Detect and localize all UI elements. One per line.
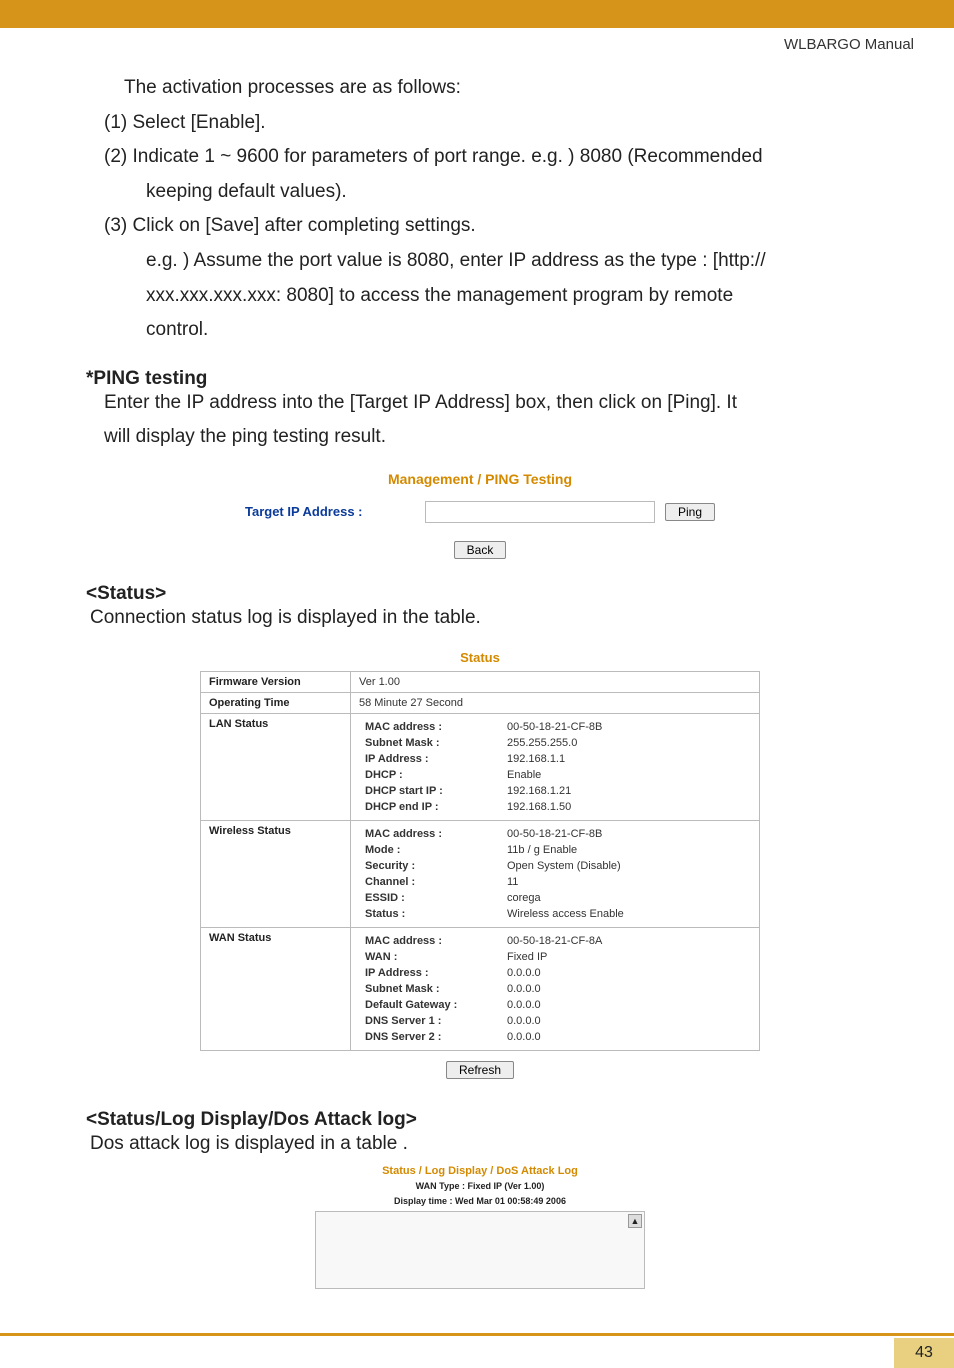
step-2-line2: keeping default values). — [146, 179, 874, 206]
ping-body-1: Enter the IP address into the [Target IP… — [104, 390, 874, 417]
lan-dhcp-value: Enable — [503, 768, 749, 782]
wan-subnet-label: Subnet Mask : — [361, 982, 501, 996]
table-row: Firmware Version Ver 1.00 — [201, 671, 760, 692]
lan-mac-value: 00-50-18-21-CF-8B — [503, 720, 749, 734]
wl-security-label: Security : — [361, 859, 501, 873]
wan-gateway-value: 0.0.0.0 — [503, 998, 749, 1012]
lan-dhcp-end-value: 192.168.1.50 — [503, 800, 749, 814]
page-content: The activation processes are as follows:… — [0, 75, 954, 1289]
step-3: (3) Click on [Save] after completing set… — [104, 213, 874, 240]
refresh-button[interactable]: Refresh — [446, 1061, 514, 1079]
table-row: Operating Time 58 Minute 27 Second — [201, 692, 760, 713]
scroll-up-icon[interactable]: ▲ — [628, 1214, 642, 1228]
status-table: Firmware Version Ver 1.00 Operating Time… — [200, 671, 760, 1051]
target-ip-input[interactable] — [425, 501, 655, 523]
ping-button[interactable]: Ping — [665, 503, 715, 521]
dos-log-box: ▲ — [315, 1211, 645, 1289]
intro-text: The activation processes are as follows: — [124, 75, 874, 102]
dos-subline-1: WAN Type : Fixed IP (Ver 1.00) — [300, 1181, 660, 1192]
wl-essid-label: ESSID : — [361, 891, 501, 905]
top-accent-bar — [0, 0, 954, 28]
operating-time-value: 58 Minute 27 Second — [351, 692, 760, 713]
dos-figure: Status / Log Display / DoS Attack Log WA… — [300, 1165, 660, 1289]
header-manual-name: WLBARGO Manual — [0, 28, 954, 57]
wl-channel-label: Channel : — [361, 875, 501, 889]
wl-status-label: Status : — [361, 907, 501, 921]
wan-dns1-label: DNS Server 1 : — [361, 1014, 501, 1028]
page-number: 43 — [894, 1338, 954, 1368]
wan-ip-value: 0.0.0.0 — [503, 966, 749, 980]
step-1: (1) Select [Enable]. — [104, 110, 874, 137]
step-3-body-1: e.g. ) Assume the port value is 8080, en… — [146, 248, 874, 275]
ping-body-2: will display the ping testing result. — [104, 424, 874, 451]
status-body: Connection status log is displayed in th… — [90, 605, 874, 632]
back-button[interactable]: Back — [454, 541, 507, 559]
wan-type-label: WAN : — [361, 950, 501, 964]
wan-type-value: Fixed IP — [503, 950, 749, 964]
wl-mac-label: MAC address : — [361, 827, 501, 841]
lan-mac-label: MAC address : — [361, 720, 501, 734]
wan-mac-label: MAC address : — [361, 934, 501, 948]
wan-status-label: WAN Status — [201, 927, 351, 1050]
status-heading: <Status> — [86, 583, 874, 605]
firmware-version-label: Firmware Version — [201, 671, 351, 692]
wan-dns1-value: 0.0.0.0 — [503, 1014, 749, 1028]
table-row: LAN Status MAC address :00-50-18-21-CF-8… — [201, 713, 760, 820]
wl-essid-value: corega — [503, 891, 749, 905]
lan-dhcp-start-label: DHCP start IP : — [361, 784, 501, 798]
footer-accent-line — [0, 1333, 954, 1336]
ping-fig-title: Management / PING Testing — [160, 471, 800, 487]
wl-mode-label: Mode : — [361, 843, 501, 857]
dos-subline-2: Display time : Wed Mar 01 00:58:49 2006 — [300, 1196, 660, 1207]
wan-ip-label: IP Address : — [361, 966, 501, 980]
dos-body: Dos attack log is displayed in a table . — [90, 1131, 874, 1158]
step-3-body-2: xxx.xxx.xxx.xxx: 8080] to access the man… — [146, 283, 874, 310]
lan-dhcp-label: DHCP : — [361, 768, 501, 782]
wan-dns2-label: DNS Server 2 : — [361, 1030, 501, 1044]
operating-time-label: Operating Time — [201, 692, 351, 713]
step-2-line1: (2) Indicate 1 ~ 9600 for parameters of … — [104, 144, 874, 171]
lan-dhcp-start-value: 192.168.1.21 — [503, 784, 749, 798]
wl-channel-value: 11 — [503, 875, 749, 889]
lan-ip-value: 192.168.1.1 — [503, 752, 749, 766]
ping-figure: Management / PING Testing Target IP Addr… — [160, 471, 800, 559]
lan-ip-label: IP Address : — [361, 752, 501, 766]
dos-fig-title: Status / Log Display / DoS Attack Log — [300, 1165, 660, 1177]
wl-mode-value: 11b / g Enable — [503, 843, 749, 857]
dos-heading: <Status/Log Display/Dos Attack log> — [86, 1109, 874, 1131]
wan-gateway-label: Default Gateway : — [361, 998, 501, 1012]
wl-security-value: Open System (Disable) — [503, 859, 749, 873]
firmware-version-value: Ver 1.00 — [351, 671, 760, 692]
lan-subnet-value: 255.255.255.0 — [503, 736, 749, 750]
lan-dhcp-end-label: DHCP end IP : — [361, 800, 501, 814]
wan-subnet-value: 0.0.0.0 — [503, 982, 749, 996]
status-figure: Status Firmware Version Ver 1.00 Operati… — [200, 650, 760, 1079]
table-row: WAN Status MAC address :00-50-18-21-CF-8… — [201, 927, 760, 1050]
lan-status-label: LAN Status — [201, 713, 351, 820]
status-fig-title: Status — [200, 650, 760, 665]
ping-heading: *PING testing — [86, 368, 874, 390]
wl-status-value: Wireless access Enable — [503, 907, 749, 921]
wan-dns2-value: 0.0.0.0 — [503, 1030, 749, 1044]
wireless-status-label: Wireless Status — [201, 820, 351, 927]
wan-mac-value: 00-50-18-21-CF-8A — [503, 934, 749, 948]
target-ip-label: Target IP Address : — [245, 504, 415, 519]
step-3-body-3: control. — [146, 317, 874, 344]
wl-mac-value: 00-50-18-21-CF-8B — [503, 827, 749, 841]
footer: 43 — [0, 1333, 954, 1368]
lan-subnet-label: Subnet Mask : — [361, 736, 501, 750]
table-row: Wireless Status MAC address :00-50-18-21… — [201, 820, 760, 927]
